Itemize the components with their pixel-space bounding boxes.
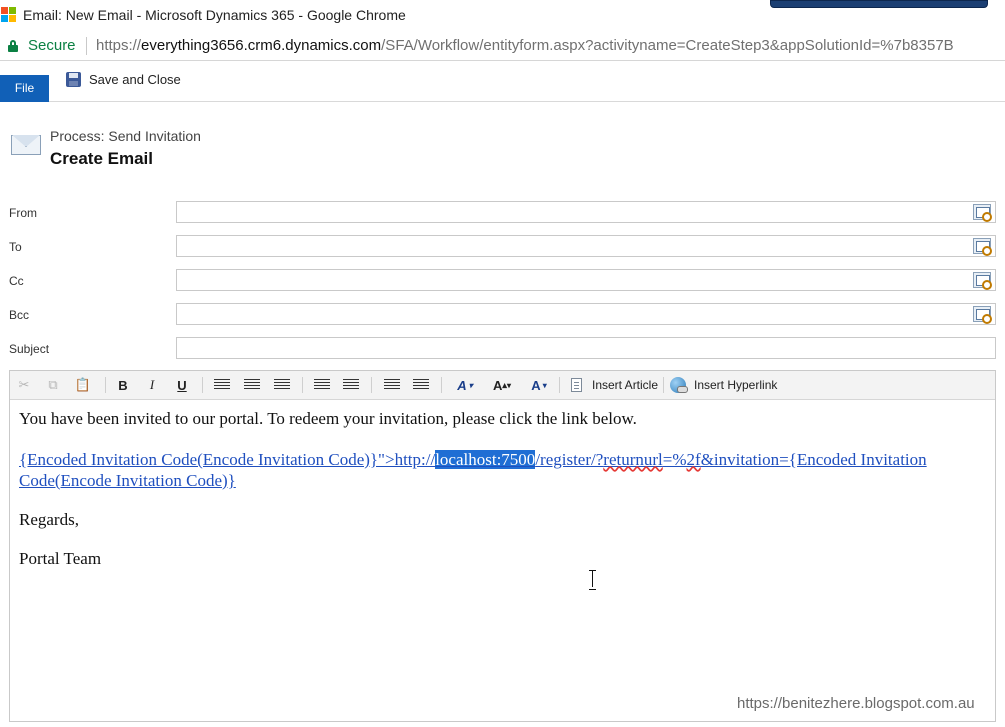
body-invitation-link[interactable]: {Encoded Invitation Code(Encode Invitati… [19, 449, 949, 491]
insert-hyperlink-button[interactable]: Insert Hyperlink [670, 376, 777, 394]
link-selected-text: localhost:7500 [435, 450, 536, 469]
window-tab-strip[interactable] [770, 0, 988, 8]
font-color-dropdown-icon: ▾ [542, 380, 547, 390]
address-separator [86, 37, 87, 55]
insert-hyperlink-label: Insert Hyperlink [694, 378, 778, 392]
cc-field[interactable] [176, 269, 996, 291]
file-button[interactable]: File [0, 75, 49, 102]
bcc-label: Bcc [9, 308, 30, 322]
link-text-part: =% [662, 450, 687, 469]
align-left-icon[interactable] [214, 376, 230, 394]
link-misspelled-text: returnurl [603, 450, 663, 469]
toolbar-separator [302, 377, 303, 393]
microsoft-logo-icon [1, 7, 17, 23]
body-regards: Regards, [19, 510, 79, 529]
to-lookup-icon[interactable] [973, 238, 992, 256]
increase-indent-icon[interactable] [412, 376, 430, 394]
editor-toolbar: ✂ ⧉ 📋 B I U A ▾ A ▴ ▾ A ▾ Insert Article Ins… [10, 371, 995, 400]
command-ribbon: File Save and Close [0, 62, 1005, 102]
font-dropdown-icon: ▾ [468, 380, 473, 390]
cut-icon[interactable]: ✂ [16, 376, 32, 394]
font-size-button[interactable]: A ▴ ▾ [488, 376, 516, 394]
url-text[interactable]: https://everything3656.crm6.dynamics.com… [96, 37, 954, 54]
body-signature: Portal Team [19, 549, 102, 568]
email-envelope-icon [11, 132, 42, 158]
toolbar-separator [202, 377, 203, 393]
globe-link-icon [670, 377, 688, 393]
to-field[interactable] [176, 235, 996, 257]
link-misspelled-text: 2f [686, 450, 701, 469]
font-color-icon: A [531, 377, 541, 393]
document-icon [571, 378, 582, 392]
toolbar-separator [105, 377, 106, 393]
save-and-close-label: Save and Close [89, 71, 181, 87]
window-title: Email: New Email - Microsoft Dynamics 36… [23, 7, 406, 23]
toolbar-separator [371, 377, 372, 393]
save-and-close-button[interactable]: Save and Close [66, 70, 181, 88]
insert-article-button[interactable]: Insert Article [571, 376, 658, 394]
underline-button[interactable]: U [175, 376, 189, 394]
align-center-icon[interactable] [244, 376, 260, 394]
font-color-button[interactable]: A ▾ [525, 376, 553, 394]
cc-label: Cc [9, 274, 24, 288]
page-title: Create Email [50, 149, 153, 168]
link-text-part: /register/? [535, 450, 604, 469]
from-lookup-icon[interactable] [973, 204, 992, 222]
window-titlebar: Email: New Email - Microsoft Dynamics 36… [0, 0, 1005, 31]
email-body-editor[interactable]: ✂ ⧉ 📋 B I U A ▾ A ▴ ▾ A ▾ Insert Article Ins… [9, 370, 996, 722]
bcc-lookup-icon[interactable] [973, 306, 992, 324]
text-cursor-icon [589, 570, 596, 590]
process-label: Process: Send Invitation [50, 128, 201, 144]
address-bar[interactable]: Secure https://everything3656.crm6.dynam… [0, 31, 1005, 61]
url-host: everything3656.crm6.dynamics.com [141, 37, 382, 54]
align-right-icon[interactable] [274, 376, 290, 394]
italic-button[interactable]: I [146, 376, 158, 394]
paste-icon[interactable]: 📋 [73, 376, 93, 394]
font-icon: A [457, 377, 467, 393]
from-label: From [9, 206, 37, 220]
insert-article-label: Insert Article [592, 378, 659, 392]
secure-label[interactable]: Secure [28, 37, 76, 54]
copy-icon[interactable]: ⧉ [44, 376, 62, 394]
bulleted-list-icon[interactable] [343, 376, 359, 394]
bold-button[interactable]: B [116, 376, 130, 394]
save-icon [66, 71, 81, 87]
url-path: /SFA/Workflow/entityform.aspx?activityna… [381, 37, 954, 54]
to-label: To [9, 240, 22, 254]
from-field[interactable] [176, 201, 996, 223]
subject-label: Subject [9, 342, 50, 356]
toolbar-separator [559, 377, 560, 393]
font-size-icon: A [493, 377, 503, 393]
watermark: https://benitezhere.blogspot.com.au [737, 695, 975, 712]
url-scheme: https:// [96, 37, 142, 54]
bcc-field[interactable] [176, 303, 996, 325]
numbered-list-icon[interactable] [314, 376, 330, 394]
subject-input[interactable] [176, 337, 996, 359]
font-size-dropdown-icon: ▾ [506, 380, 511, 390]
toolbar-separator [663, 377, 664, 393]
cc-lookup-icon[interactable] [973, 272, 992, 290]
font-button[interactable]: A ▾ [452, 376, 478, 394]
toolbar-separator [441, 377, 442, 393]
decrease-indent-icon[interactable] [383, 376, 401, 394]
link-text-part: {Encoded Invitation Code(Encode Invitati… [19, 450, 436, 469]
body-line-invite: You have been invited to our portal. To … [19, 409, 637, 428]
lock-icon[interactable] [8, 40, 18, 52]
